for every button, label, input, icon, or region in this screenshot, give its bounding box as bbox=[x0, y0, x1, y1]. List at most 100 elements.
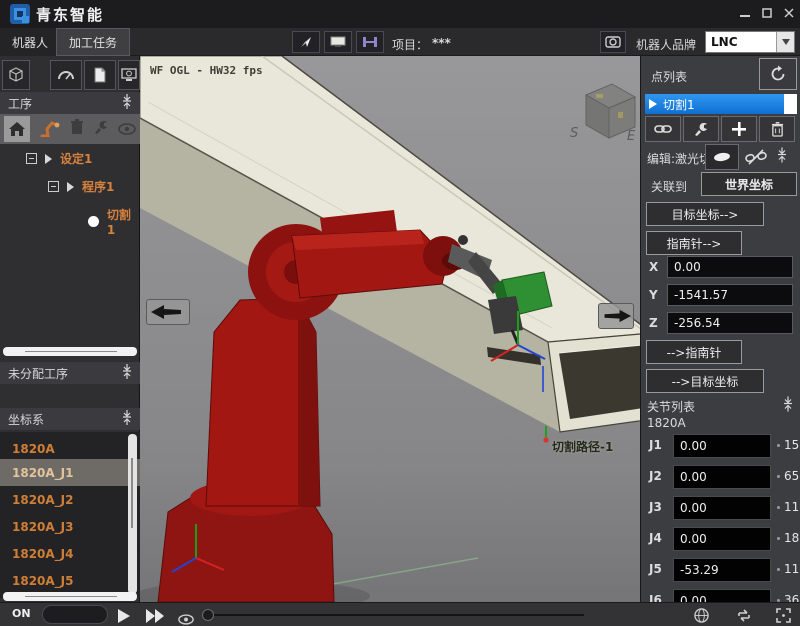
cursor-arrow-icon bbox=[299, 35, 313, 49]
trash-icon bbox=[70, 119, 84, 135]
refresh-button[interactable] bbox=[759, 58, 797, 90]
list-item[interactable]: 1820A bbox=[0, 432, 140, 459]
edit-point-button[interactable] bbox=[683, 116, 719, 142]
pin-icon[interactable] bbox=[783, 396, 793, 416]
chevron-down-icon bbox=[782, 39, 790, 45]
scrollbar-thumb[interactable] bbox=[25, 351, 117, 352]
axis-z-input[interactable]: -256.54 bbox=[667, 312, 793, 334]
scrollbar-thumb[interactable] bbox=[131, 458, 133, 528]
broken-link-icon bbox=[745, 148, 767, 166]
globe-button[interactable] bbox=[694, 608, 709, 626]
list-item[interactable]: 1820A_J2 bbox=[0, 486, 140, 513]
joint-input[interactable]: 0.00 bbox=[673, 465, 771, 489]
dashboard-button[interactable] bbox=[50, 60, 82, 90]
left-panel: 工序 设定1 bbox=[0, 56, 140, 602]
fullscreen-button[interactable] bbox=[776, 608, 791, 626]
power-toggle[interactable] bbox=[42, 605, 108, 624]
torch-tool-button[interactable] bbox=[705, 144, 739, 170]
minimize-button[interactable] bbox=[736, 6, 754, 20]
joint-limit: 155 bbox=[777, 438, 800, 452]
arrow-right-icon bbox=[67, 182, 74, 192]
menu-bar: 机器人 加工任务 项目： *** 机器人品牌 LNC bbox=[0, 28, 800, 56]
link-point-button[interactable] bbox=[645, 116, 681, 142]
collapse-icon[interactable] bbox=[48, 181, 59, 192]
navigate-cursor-button[interactable] bbox=[292, 31, 320, 53]
to-compass-button[interactable]: -->指南针 bbox=[646, 340, 742, 364]
plus-icon bbox=[732, 122, 746, 136]
screen-capture-button[interactable] bbox=[118, 60, 140, 90]
axis-y-input[interactable]: -1541.57 bbox=[667, 284, 793, 306]
to-target-coord-button[interactable]: -->目标坐标 bbox=[646, 369, 764, 393]
coordsys-header: 坐标系 bbox=[0, 408, 140, 430]
home-button[interactable] bbox=[4, 116, 30, 142]
tab-machining-task[interactable]: 加工任务 bbox=[56, 28, 130, 56]
horizontal-scrollbar[interactable] bbox=[3, 592, 137, 601]
collapse-icon[interactable] bbox=[26, 153, 37, 164]
torch-icon bbox=[712, 151, 732, 163]
horizontal-scrollbar[interactable] bbox=[3, 347, 137, 356]
robot-arm-button[interactable] bbox=[39, 117, 61, 141]
list-item-selected[interactable]: 1820A_J1 bbox=[0, 459, 140, 486]
tab-robot[interactable]: 机器人 bbox=[0, 28, 60, 56]
play-button[interactable] bbox=[118, 608, 130, 626]
list-item-label: 1820A_J3 bbox=[12, 520, 74, 534]
pin-icon[interactable] bbox=[122, 410, 132, 428]
unlink-button[interactable] bbox=[745, 148, 767, 170]
joint-input[interactable]: 0.00 bbox=[673, 434, 771, 458]
repeat-button[interactable] bbox=[736, 608, 752, 626]
viewport-3d[interactable]: WF OGL - HW32 fps S E 切割路径-1 bbox=[140, 56, 640, 602]
compass-button[interactable]: 指南针--> bbox=[646, 231, 742, 255]
selected-point-row[interactable]: 切割1 bbox=[645, 94, 797, 114]
pin-icon[interactable] bbox=[122, 364, 132, 382]
list-item[interactable]: 1820A_J5 bbox=[0, 567, 140, 594]
delete-process-button[interactable] bbox=[70, 119, 84, 139]
vertical-scrollbar[interactable] bbox=[128, 434, 137, 594]
tree-item-setting[interactable]: 设定1 bbox=[26, 150, 92, 167]
unassigned-header-label: 未分配工序 bbox=[8, 365, 68, 382]
pin-icon[interactable] bbox=[777, 147, 787, 167]
pan-left-button[interactable] bbox=[146, 299, 190, 325]
add-point-button[interactable] bbox=[721, 116, 757, 142]
joint-input[interactable]: 0.00 bbox=[673, 496, 771, 520]
list-item[interactable]: 1820A_J4 bbox=[0, 540, 140, 567]
visibility-button[interactable] bbox=[178, 610, 194, 626]
tick-icon bbox=[777, 475, 780, 478]
monitor-button[interactable] bbox=[324, 31, 352, 53]
tree-item-cut[interactable]: 切割1 bbox=[88, 206, 139, 237]
wrench-icon bbox=[93, 119, 109, 135]
tree-item-program[interactable]: 程序1 bbox=[48, 178, 114, 195]
world-coord-button[interactable]: 世界坐标 bbox=[701, 172, 797, 196]
document-button[interactable] bbox=[84, 60, 116, 90]
target-coord-button[interactable]: 目标坐标--> bbox=[646, 202, 764, 226]
scrollbar-thumb[interactable] bbox=[25, 596, 117, 597]
visibility-button[interactable] bbox=[118, 120, 136, 139]
process-header-label: 工序 bbox=[8, 95, 32, 112]
screen-camera-icon bbox=[121, 68, 137, 82]
tick-icon bbox=[777, 537, 780, 540]
module-cube-button[interactable] bbox=[2, 60, 30, 90]
slider-handle[interactable] bbox=[202, 609, 214, 621]
camera-button[interactable] bbox=[600, 31, 626, 53]
axis-y-label: Y bbox=[649, 288, 658, 302]
dropdown-button[interactable] bbox=[776, 32, 794, 52]
joint-input[interactable]: -53.29 bbox=[673, 558, 771, 582]
joint-limit: 110 bbox=[777, 500, 800, 514]
maximize-button[interactable] bbox=[758, 6, 776, 20]
trash-icon bbox=[771, 122, 784, 137]
robot-brand-select[interactable]: LNC bbox=[705, 31, 795, 53]
pan-right-button[interactable] bbox=[598, 303, 634, 329]
measure-button[interactable] bbox=[356, 31, 384, 53]
timeline-slider[interactable] bbox=[212, 614, 584, 616]
compass-east-label: E bbox=[627, 129, 635, 144]
pin-icon[interactable] bbox=[122, 94, 132, 112]
list-item[interactable]: 1820A_J3 bbox=[0, 513, 140, 540]
gauge-icon bbox=[57, 67, 75, 83]
tree-item-setting-label: 设定1 bbox=[60, 150, 92, 167]
camera-icon bbox=[605, 35, 621, 49]
settings-wrench-button[interactable] bbox=[93, 119, 109, 139]
close-button[interactable] bbox=[780, 6, 798, 20]
axis-x-input[interactable]: 0.00 bbox=[667, 256, 793, 278]
fast-forward-button[interactable] bbox=[146, 608, 164, 626]
delete-point-button[interactable] bbox=[759, 116, 795, 142]
joint-input[interactable]: 0.00 bbox=[673, 527, 771, 551]
